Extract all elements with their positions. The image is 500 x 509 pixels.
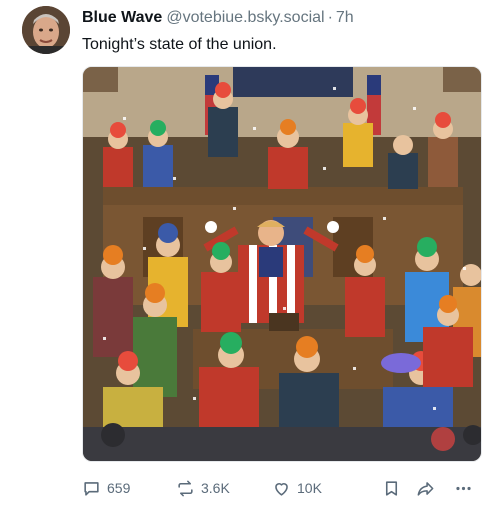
post-image[interactable] [82, 66, 482, 462]
speech-bubble-icon [84, 481, 99, 496]
post-header: Blue Wave @votebiue.bsky.social · 7h [82, 8, 354, 28]
reply-button[interactable]: 659 [82, 476, 130, 500]
post-card: Blue Wave @votebiue.bsky.social · 7h Tonigh… [0, 0, 500, 509]
post-timestamp[interactable]: 7h [336, 9, 354, 26]
more-options-button[interactable] [454, 476, 473, 500]
share-button[interactable] [416, 476, 435, 500]
like-button[interactable]: 10K [272, 476, 322, 500]
clown-congress-illustration [83, 67, 481, 461]
avatar-photo [22, 6, 70, 54]
post-actions-bar: 659 3.6K 10K [82, 476, 482, 500]
separator-dot: · [327, 9, 333, 26]
author-display-name[interactable]: Blue Wave [82, 9, 162, 26]
post-text: Tonight’s state of the union. [82, 36, 277, 53]
ellipsis-icon [456, 486, 471, 490]
heart-icon [275, 482, 288, 496]
bookmark-icon [385, 480, 398, 496]
bookmark-button[interactable] [382, 476, 401, 500]
reply-count: 659 [107, 480, 131, 496]
repost-button[interactable]: 3.6K [176, 476, 230, 500]
share-arrow-icon [417, 481, 434, 496]
author-handle[interactable]: @votebiue.bsky.social [166, 9, 324, 26]
avatar[interactable] [22, 6, 70, 54]
repost-arrows-icon [178, 480, 193, 496]
like-count: 10K [297, 480, 322, 496]
repost-count: 3.6K [201, 480, 230, 496]
